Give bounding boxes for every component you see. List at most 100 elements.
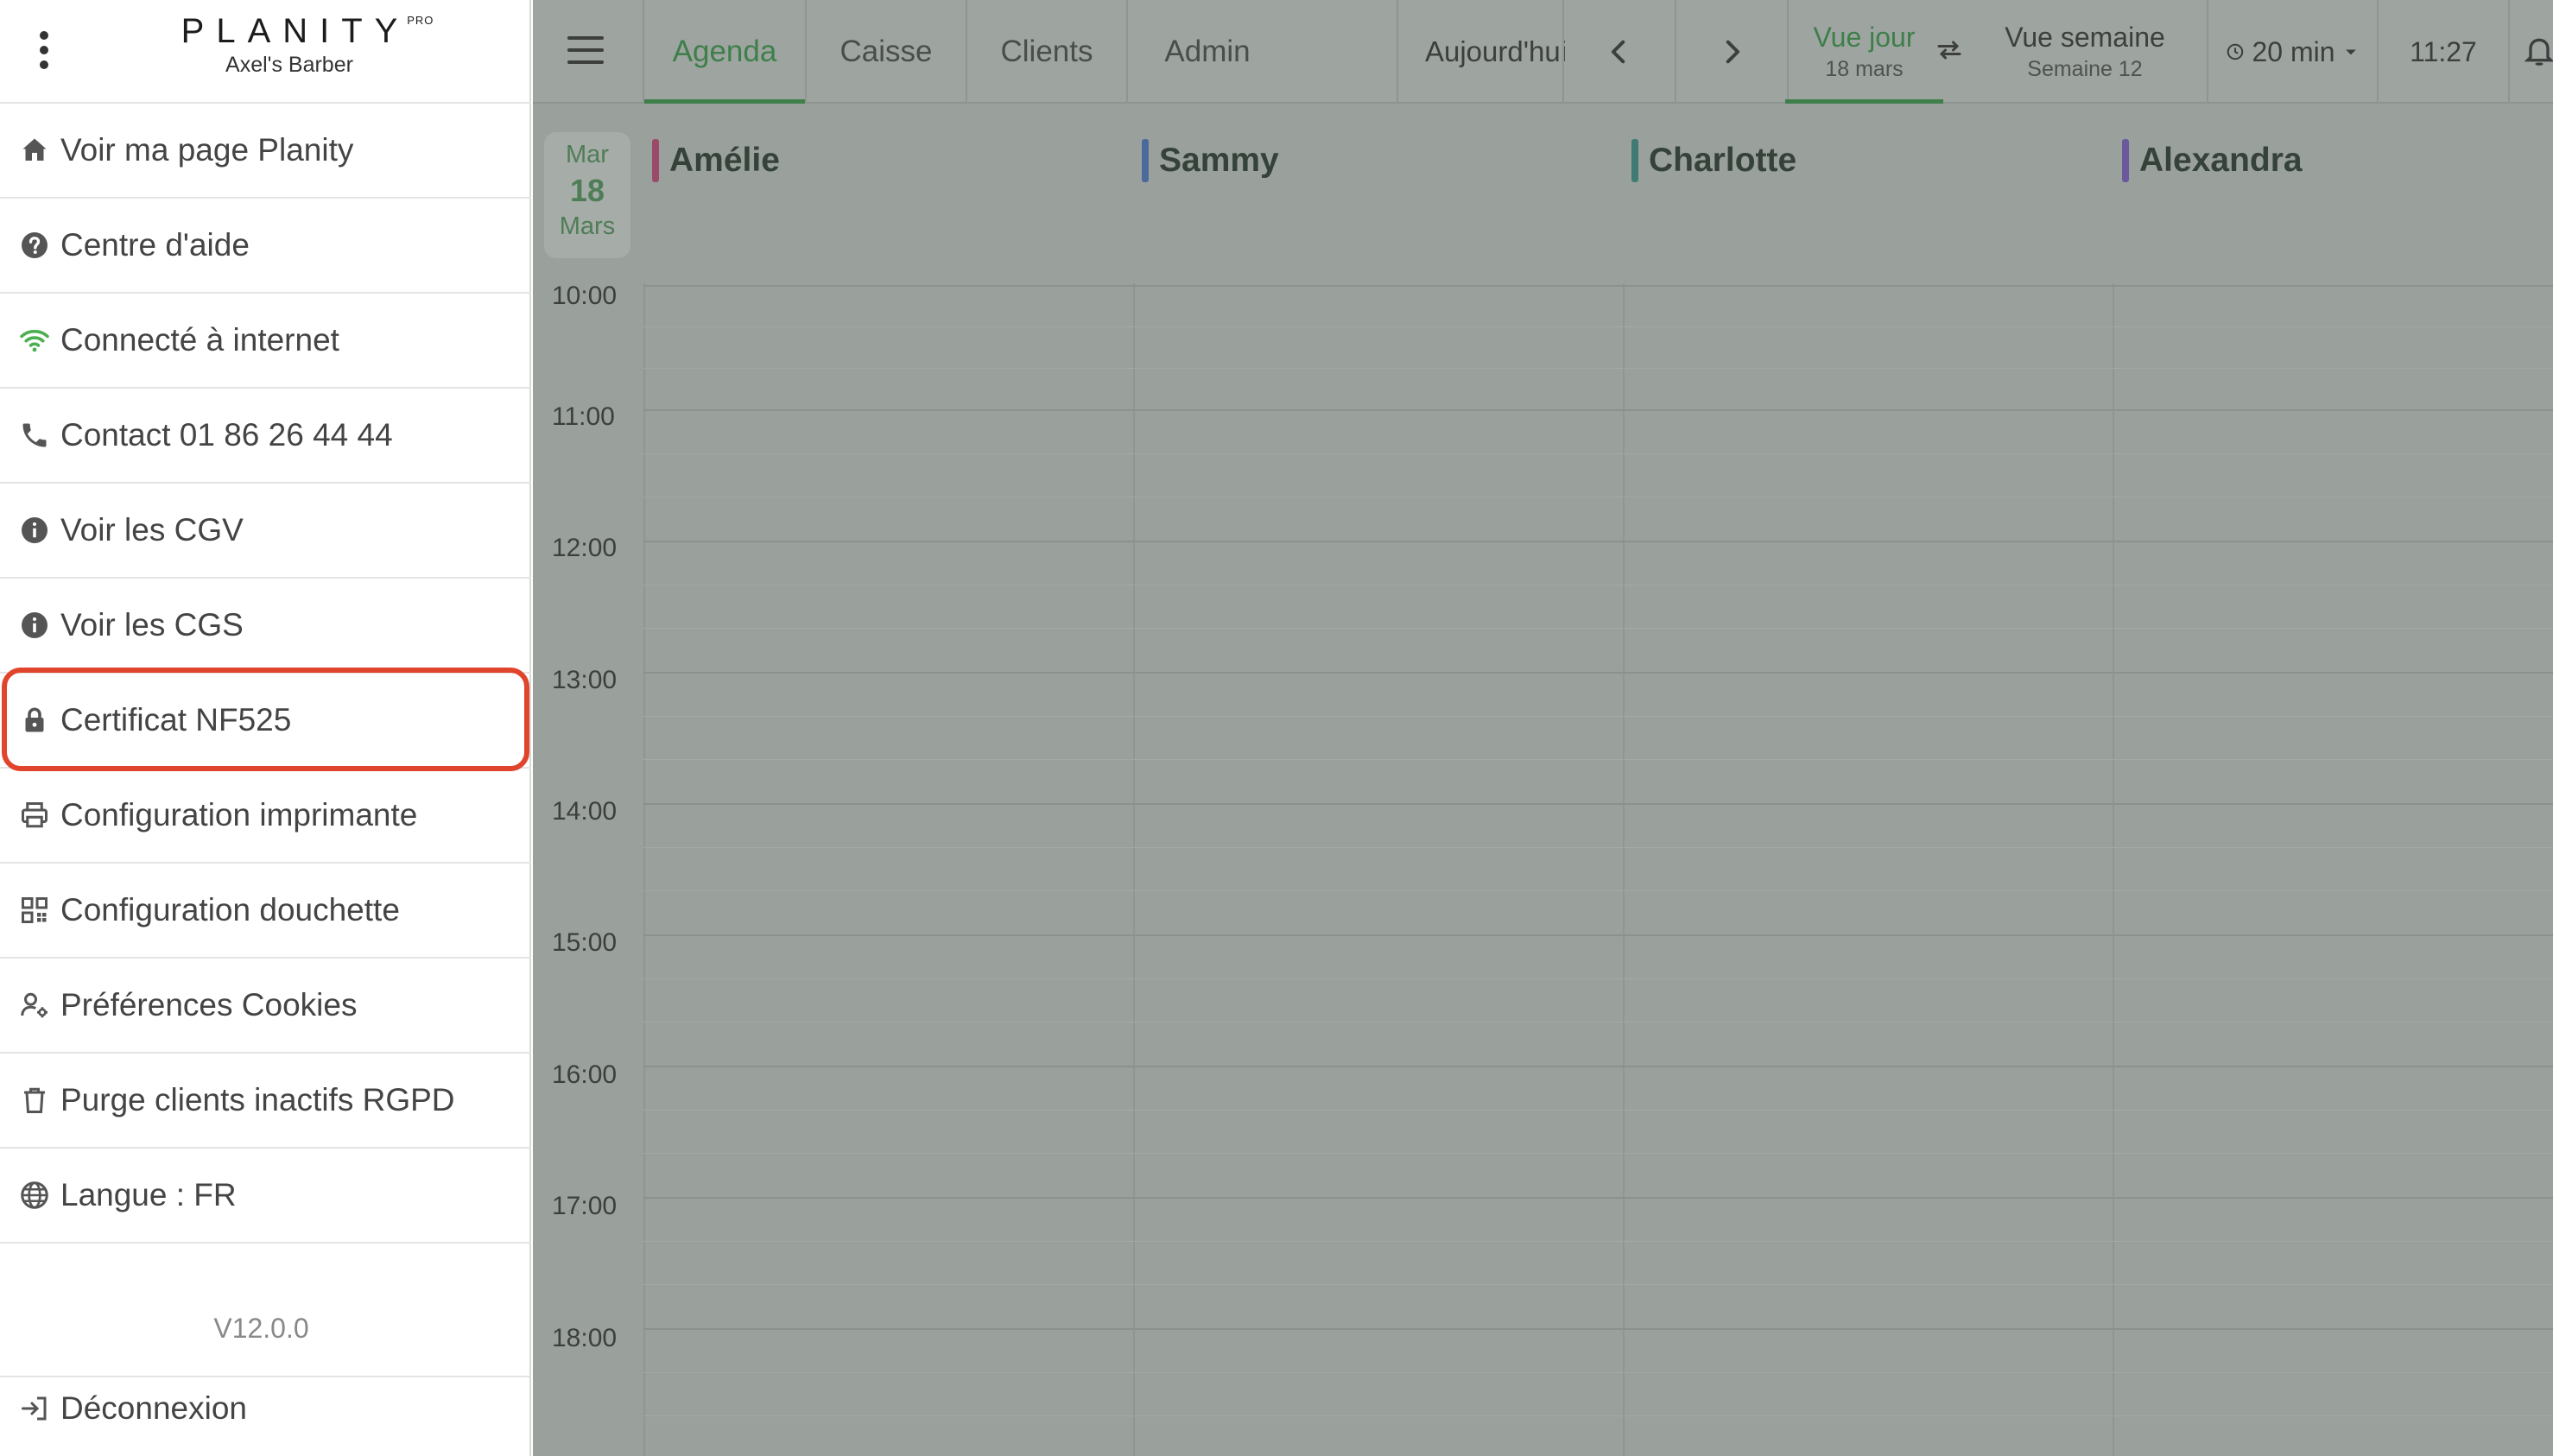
salon-name: Axel's Barber <box>225 53 353 77</box>
current-date-badge: Mar 18 Mars <box>544 132 630 258</box>
menu-item-voir-ma-page[interactable]: Voir ma page Planity <box>0 104 531 199</box>
more-options-icon[interactable] <box>33 28 55 73</box>
clock-icon <box>2227 43 2244 60</box>
menu-item-voir-cgv[interactable]: Voir les CGV <box>0 484 531 579</box>
chevron-right-icon <box>1726 40 1740 64</box>
tab-clients[interactable]: Clients <box>967 0 1126 104</box>
slot-gridline <box>643 1372 2553 1373</box>
date-weekday: Mar <box>566 141 609 168</box>
menu-item-label: Purge clients inactifs RGPD <box>60 1082 455 1117</box>
qr-code-icon <box>17 893 52 927</box>
menu-item-label: Voir les CGV <box>60 512 244 548</box>
column-divider <box>643 283 645 1456</box>
menu-item-certificat-nf525[interactable]: Certificat NF525 <box>0 674 531 769</box>
slot-gridline <box>643 628 2553 629</box>
hour-label: 13:00 <box>552 666 618 694</box>
staff-name: Amélie <box>669 142 780 179</box>
previous-day-button[interactable] <box>1564 0 1675 104</box>
staff-name: Charlotte <box>1649 142 1797 179</box>
menu-item-label: Connecté à internet <box>60 322 339 358</box>
menu-item-preferences-cookies[interactable]: Préférences Cookies <box>0 959 531 1054</box>
staff-column-header[interactable]: Sammy <box>1142 138 1279 183</box>
logout-label: Déconnexion <box>60 1390 247 1426</box>
hour-label: 16:00 <box>552 1060 618 1089</box>
slot-gridline <box>643 1284 2553 1285</box>
day-view-date: 18 mars <box>1825 57 1904 81</box>
user-settings-icon <box>17 988 52 1022</box>
menu-item-connexion-internet[interactable]: Connecté à internet <box>0 294 531 389</box>
day-view-title: Vue jour <box>1813 22 1916 53</box>
staff-column-header[interactable]: Alexandra <box>2122 138 2303 183</box>
hour-gridline <box>643 285 2553 287</box>
hour-gridline <box>643 541 2553 542</box>
date-day-number: 18 <box>569 173 605 208</box>
sidebar-menu: PLANITY PRO Axel's Barber Voir ma page P… <box>0 0 531 1456</box>
slot-duration-value: 20 min <box>2252 35 2335 67</box>
next-day-button[interactable] <box>1676 0 1787 104</box>
hour-label: 15:00 <box>552 928 618 957</box>
staff-column-header[interactable]: Charlotte <box>1631 138 1796 183</box>
agenda-main-area: Agenda Caisse Clients Admin Aujourd'hui … <box>533 0 2553 1456</box>
menu-item-centre-aide[interactable]: Centre d'aide <box>0 199 531 294</box>
notification-bell-icon[interactable] <box>2522 33 2553 67</box>
menu-item-purge-rgpd[interactable]: Purge clients inactifs RGPD <box>0 1054 531 1149</box>
menu-item-langue[interactable]: Langue : FR <box>0 1149 531 1244</box>
staff-column-header[interactable]: Amélie <box>652 138 780 183</box>
staff-color-bar <box>2122 139 2129 182</box>
slot-gridline <box>643 368 2553 369</box>
slot-gridline <box>643 326 2553 327</box>
slot-duration-dropdown[interactable]: 20 min <box>2208 0 2377 104</box>
menu-item-label: Voir ma page Planity <box>60 132 354 168</box>
menu-item-label: Centre d'aide <box>60 227 250 263</box>
slot-gridline <box>643 978 2553 979</box>
hour-label: 14:00 <box>552 797 618 826</box>
logout-button[interactable]: Déconnexion <box>17 1390 247 1427</box>
agenda-time-grid[interactable] <box>643 216 2553 1456</box>
slot-gridline <box>643 453 2553 454</box>
hour-label: 17:00 <box>552 1192 618 1220</box>
hour-gridline <box>643 672 2553 674</box>
slot-gridline <box>643 847 2553 848</box>
chevron-left-icon <box>1611 40 1625 64</box>
day-view-button[interactable]: Vue jour 18 mars <box>1785 0 1943 104</box>
tab-caisse[interactable]: Caisse <box>807 0 966 104</box>
tab-admin[interactable]: Admin <box>1128 0 1287 104</box>
staff-name: Alexandra <box>2139 142 2303 179</box>
menu-item-label: Préférences Cookies <box>60 987 358 1022</box>
week-view-button[interactable]: Vue semaine Semaine 12 <box>1977 0 2193 104</box>
phone-icon <box>17 418 52 453</box>
menu-item-label: Configuration imprimante <box>60 797 418 832</box>
home-icon <box>17 133 52 168</box>
help-icon <box>17 228 52 263</box>
info-icon <box>17 513 52 548</box>
hour-label: 11:00 <box>552 402 615 431</box>
hour-gridline <box>643 1328 2553 1330</box>
menu-item-label: Configuration douchette <box>60 892 400 927</box>
current-time: 11:27 <box>2410 35 2477 67</box>
hour-gridline <box>643 934 2553 936</box>
swap-view-icon[interactable] <box>1934 35 1965 66</box>
app-version: V12.0.0 <box>213 1313 309 1344</box>
hour-gridline <box>643 409 2553 411</box>
caret-down-icon <box>2345 49 2356 55</box>
menu-item-contact[interactable]: Contact 01 86 26 44 44 <box>0 389 531 484</box>
hamburger-menu-icon[interactable] <box>567 36 604 64</box>
menu-item-configuration-imprimante[interactable]: Configuration imprimante <box>0 769 531 864</box>
divider <box>2508 0 2510 104</box>
menu-item-label: Certificat NF525 <box>60 702 292 737</box>
column-divider <box>2113 283 2114 1456</box>
hour-gridline <box>643 1066 2553 1067</box>
column-divider <box>1133 283 1135 1456</box>
staff-color-bar <box>1142 139 1149 182</box>
info-icon <box>17 608 52 643</box>
slot-gridline <box>643 759 2553 760</box>
slot-gridline <box>643 1241 2553 1242</box>
brand-logo: PLANITY PRO Axel's Barber <box>147 12 434 78</box>
staff-color-bar <box>1631 139 1638 182</box>
logout-icon <box>17 1391 52 1426</box>
menu-item-voir-cgs[interactable]: Voir les CGS <box>0 579 531 674</box>
menu-item-configuration-douchette[interactable]: Configuration douchette <box>0 864 531 959</box>
printer-icon <box>17 798 52 832</box>
menu-item-label: Contact 01 86 26 44 44 <box>60 417 393 453</box>
tab-agenda[interactable]: Agenda <box>644 0 805 104</box>
